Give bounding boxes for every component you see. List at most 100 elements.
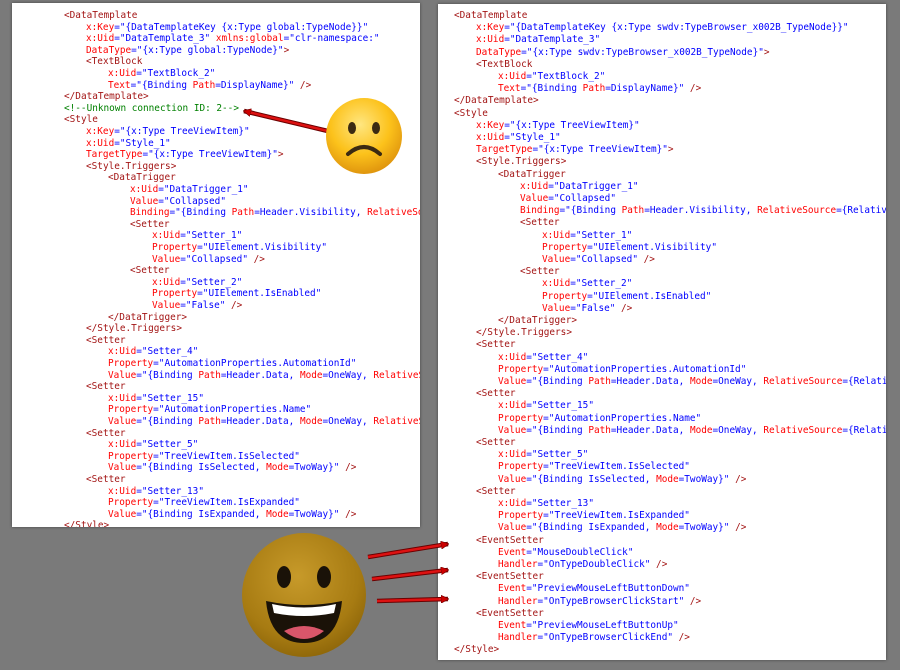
happy-face-emoji-icon — [242, 533, 366, 657]
code-token: DataTemplate — [75, 91, 144, 103]
code-token: ="TreeViewItem.IsSelected" — [543, 461, 690, 473]
code-token: ="Setter_4" — [136, 346, 199, 358]
code-token: =Header.Visibility, — [254, 207, 368, 219]
code-token: RelativeSour — [373, 416, 420, 427]
code-line: x:Uid="DataTrigger_1" — [130, 184, 249, 196]
code-token: </ — [108, 311, 120, 323]
code-token: DataTemplate — [465, 95, 534, 107]
code-line: x:Uid="Setter_2" — [542, 278, 632, 290]
code-token: Value — [152, 300, 181, 311]
code-token: =DisplayName}" — [605, 83, 685, 95]
code-token: ="{x:Type swdv:TypeBrowser_x002B_TypeNod… — [521, 46, 764, 58]
code-token: </ — [476, 327, 488, 339]
code-token: x:Uid — [498, 498, 527, 509]
code-line: </Style> — [64, 520, 109, 527]
code-token: ="TreeViewItem.IsExpanded" — [543, 510, 690, 522]
code-token: > — [560, 156, 567, 168]
code-token: Property — [108, 450, 154, 462]
code-line: x:Key="{x:Type TreeViewItem}" — [476, 120, 640, 132]
code-line: <Setter — [520, 217, 560, 229]
code-line: Property="UIElement.IsEnabled" — [542, 291, 711, 303]
code-token: ="{Binding — [520, 83, 583, 95]
code-token: Value — [520, 193, 549, 204]
code-token: x:Uid — [152, 276, 181, 288]
code-token: Style — [459, 107, 488, 119]
code-token: > — [103, 520, 110, 527]
code-token: Path — [198, 369, 221, 381]
code-line: </Style.Triggers> — [86, 323, 182, 335]
code-token: ="TreeViewItem.IsSelected" — [153, 450, 300, 462]
code-line: Property="AutomationProperties.Name" — [108, 404, 311, 416]
code-token: > — [533, 95, 539, 107]
code-token: > — [143, 91, 149, 103]
code-token: /> — [294, 79, 312, 91]
code-line: <TextBlock — [86, 56, 142, 68]
code-token: > — [170, 160, 177, 172]
code-token: RelativeSour — [373, 369, 420, 381]
code-token: RelativeSource — [763, 376, 843, 387]
sad-face-emoji-icon — [326, 98, 402, 174]
code-line: </DataTrigger> — [498, 315, 577, 327]
code-token: ="False" — [570, 302, 616, 314]
code-token: ="Setter_15" — [526, 400, 594, 412]
code-token: ="clr-namespace:" — [283, 33, 380, 45]
code-line: x:Uid="DataTrigger_1" — [520, 181, 639, 193]
code-token: /> — [684, 83, 702, 95]
right-code-panel: <DataTemplate x:Key="{DataTemplateKey {x:… — [438, 4, 886, 660]
code-line: <EventSetter — [476, 535, 544, 547]
code-line: x:Uid="Setter_1" — [542, 230, 632, 242]
code-token: RelativeSource — [763, 424, 843, 436]
code-token: x:Uid — [108, 439, 137, 451]
code-token: ="Setter_1" — [570, 229, 633, 241]
code-token: Property — [498, 461, 544, 473]
code-token: Value — [542, 254, 571, 265]
code-token: EventSetter — [481, 571, 544, 583]
code-token: x:Uid — [498, 449, 527, 461]
code-line: Value="{Binding IsExpanded, Mode=TwoWay}… — [498, 522, 746, 534]
code-token: EventSetter — [481, 534, 544, 546]
code-line: Event="MouseDoubleClick" — [498, 547, 633, 559]
code-token: Property — [108, 497, 154, 509]
code-token: Style.Triggers — [487, 327, 567, 339]
code-line: x:Uid="Setter_5" — [498, 449, 588, 461]
code-line: x:Uid="Setter_4" — [498, 352, 588, 364]
code-line: <Setter — [520, 266, 560, 278]
code-token: ="False" — [180, 300, 226, 311]
code-token: /> — [225, 300, 243, 311]
code-token: > — [493, 644, 500, 656]
code-token: /> — [247, 253, 265, 265]
code-token: ="Setter_2" — [180, 276, 243, 288]
code-token: Property — [498, 412, 544, 424]
code-line: Text="{Binding Path=DisplayName}" /> — [498, 83, 701, 95]
code-token: Mode — [266, 508, 289, 520]
code-token: <!--Unknown connection ID: 2--> — [64, 102, 239, 114]
code-token: ="UIElement.IsEnabled" — [197, 288, 322, 300]
code-line: TargetType="{x:Type TreeViewItem}"> — [86, 149, 284, 161]
code-token: Value — [498, 424, 527, 436]
code-token: Value — [130, 195, 159, 207]
code-token: ="{Binding IsExpanded, — [526, 522, 657, 534]
code-line: x:Uid="Setter_13" — [108, 486, 204, 498]
code-token: Value — [498, 376, 527, 387]
code-token: /> — [650, 559, 668, 570]
code-token: =Header.Visibility, — [644, 205, 758, 217]
code-token: x:Uid — [476, 132, 505, 143]
code-line: Value="Collapsed" — [520, 193, 616, 205]
code-token: x:Key — [86, 126, 115, 137]
code-token: Event — [498, 620, 527, 631]
code-token: Binding — [130, 207, 170, 219]
code-token: ="Style_1" — [504, 132, 561, 143]
code-line: <DataTemplate — [64, 10, 137, 22]
code-token: /> — [339, 508, 357, 520]
code-line: Property="TreeViewItem.IsSelected" — [498, 461, 690, 473]
code-token: ="Setter_5" — [136, 439, 199, 451]
code-token: Setter — [135, 218, 170, 230]
code-token: ="Collapsed" — [180, 253, 248, 265]
code-token: Style — [69, 114, 98, 126]
code-line: </DataTemplate> — [64, 91, 149, 103]
code-token: Property — [542, 290, 588, 302]
code-line: <Style — [454, 108, 488, 120]
code-line: x:Uid="TextBlock_2" — [108, 68, 215, 80]
code-token: Binding — [520, 205, 560, 217]
code-token: Path — [582, 83, 606, 95]
